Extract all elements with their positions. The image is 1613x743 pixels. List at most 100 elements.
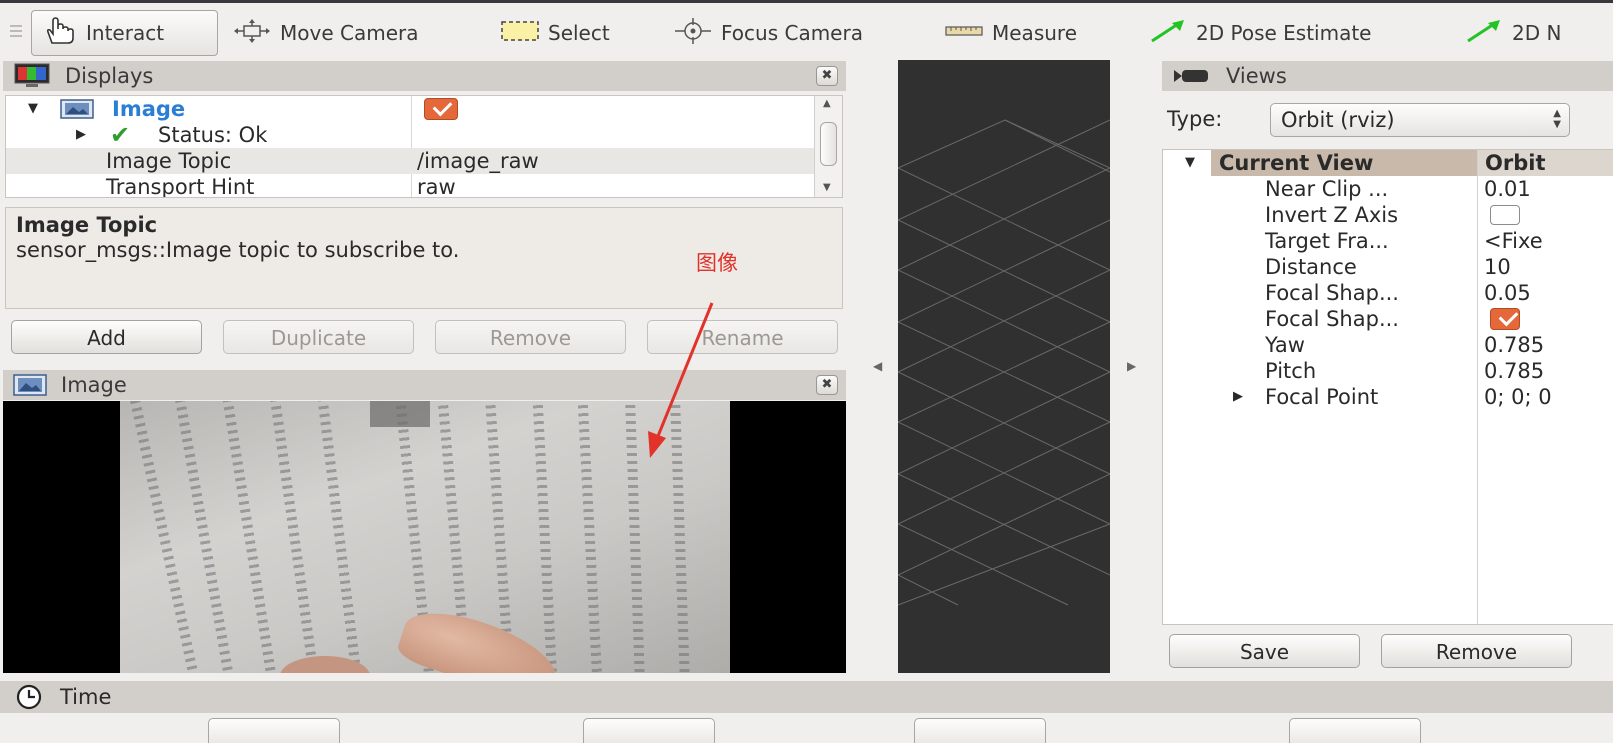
property-value[interactable]: 10 [1484,254,1511,280]
checkmark-icon: ✔ [110,121,131,149]
property-name: Focal Shap... [1265,307,1399,331]
displays-tree: ▼ Image ▶ ✔ Status: Ok Image Topic /imag… [5,95,843,198]
ruler-icon [944,21,984,46]
add-button[interactable]: Add [11,320,202,354]
focus-crosshair-icon [673,17,713,50]
tree-row-target-frame[interactable]: Target Fra... <Fixe [1163,228,1613,254]
time-field[interactable] [583,718,715,743]
property-value[interactable]: 0.01 [1484,176,1531,202]
rviz-window: Interact Move Camera Select Focus Camera… [0,0,1613,743]
displays-panel-header: Displays ✖ [3,61,846,91]
tree-row-image-topic[interactable]: Image Topic /image_raw [6,148,816,174]
close-panel-button[interactable]: ✖ [816,66,838,86]
hand-pointer-icon [42,16,78,50]
monitor-icon [13,63,51,89]
tree-row-focal-shape-fixed[interactable]: Focal Shap... [1163,306,1613,332]
tool-2d-nav-goal[interactable]: 2D N [1454,10,1571,56]
camera-image-view [3,401,846,673]
property-value[interactable]: raw [417,174,456,197]
toolbar-grip[interactable] [10,25,22,41]
property-value[interactable]: 0; 0; 0 [1484,384,1552,410]
time-field[interactable] [208,718,340,743]
3d-render-view[interactable] [897,60,1111,673]
tree-row-focal-shape-size[interactable]: Focal Shap... 0.05 [1163,280,1613,306]
time-field[interactable] [914,718,1046,743]
annotation-label: 图像 [696,251,738,275]
scroll-down-icon[interactable]: ▼ [823,182,831,193]
tool-label: Focus Camera [721,21,863,45]
tool-label: 2D N [1512,21,1562,45]
tool-focus-camera[interactable]: Focus Camera [663,10,873,56]
close-panel-button[interactable]: ✖ [816,375,838,395]
scroll-thumb[interactable] [820,122,837,166]
tree-row-invert-z[interactable]: Invert Z Axis [1163,202,1613,228]
property-value[interactable]: 0.785 [1484,358,1544,384]
move-camera-icon [232,18,272,49]
tool-label: Move Camera [280,21,419,45]
image-display-name: Image [112,97,186,121]
scroll-up-icon[interactable]: ▲ [823,98,831,109]
tree-row-status[interactable]: ▶ ✔ Status: Ok [6,122,816,148]
expand-right-icon[interactable]: ▶ [1127,359,1136,373]
property-value[interactable]: 0.785 [1484,332,1544,358]
clock-icon [12,684,46,710]
camera-frame [120,401,730,673]
updown-arrows-icon: ▲ ▼ [1553,108,1561,130]
property-name: Image Topic [106,149,232,173]
tree-row-pitch[interactable]: Pitch 0.785 [1163,358,1613,384]
displays-scrollbar[interactable]: ▲ ▼ [814,96,842,197]
panel-title: Views [1226,64,1287,88]
tree-row-yaw[interactable]: Yaw 0.785 [1163,332,1613,358]
property-name: Transport Hint [106,175,255,198]
duplicate-button[interactable]: Duplicate [223,320,414,354]
type-label: Type: [1167,107,1223,131]
camera-icon [1172,66,1212,86]
property-value[interactable]: /image_raw [417,148,539,174]
expand-arrow-icon[interactable]: ▼ [28,96,38,122]
collapse-left-icon[interactable]: ◀ [873,359,882,373]
tree-row-focal-point[interactable]: ▶ Focal Point 0; 0; 0 [1163,384,1613,410]
expand-arrow-icon[interactable]: ▼ [1185,150,1195,176]
remove-view-button[interactable]: Remove [1381,634,1572,668]
tool-select[interactable]: Select [490,10,620,56]
property-name: Invert Z Axis [1265,203,1399,227]
expand-arrow-icon[interactable]: ▶ [1233,384,1243,410]
expand-arrow-icon[interactable]: ▶ [76,122,86,148]
grid-lines [897,119,1111,606]
green-arrow-icon [1148,18,1188,49]
property-value[interactable]: 0.05 [1484,280,1531,306]
status-label: Status: Ok [158,123,268,147]
current-view-label: Current View [1219,151,1374,175]
views-panel-header: Views [1162,61,1613,91]
property-value[interactable]: <Fixe [1484,228,1543,254]
property-name: Distance [1265,255,1357,279]
rename-button[interactable]: Rename [647,320,838,354]
property-name: Near Clip ... [1265,177,1389,201]
current-view-value: Orbit [1485,151,1546,175]
view-type-select[interactable]: Orbit (rviz) ▲ ▼ [1270,103,1570,137]
remove-display-button[interactable]: Remove [435,320,626,354]
tool-interact[interactable]: Interact [31,10,218,56]
time-field[interactable] [1289,718,1421,743]
panel-title: Displays [65,64,154,88]
image-display-icon [13,374,47,396]
selection-box-icon [500,19,540,48]
tree-row-near-clip[interactable]: Near Clip ... 0.01 [1163,176,1613,202]
tool-label: Interact [86,21,165,45]
time-panel-header: Time [0,681,1613,713]
tree-row-distance[interactable]: Distance 10 [1163,254,1613,280]
property-name: Pitch [1265,359,1317,383]
tool-2d-pose-estimate[interactable]: 2D Pose Estimate [1138,10,1382,56]
tool-move-camera[interactable]: Move Camera [222,10,428,56]
image-panel-header: Image ✖ [3,370,846,400]
tree-row-transport-hint[interactable]: Transport Hint raw [6,174,816,198]
property-name: Focal Point [1265,385,1379,409]
tool-measure[interactable]: Measure [934,10,1087,56]
tool-label: Measure [992,21,1077,45]
views-tree: ▼ Current View Orbit Near Clip ... 0.01 … [1162,149,1613,625]
save-view-button[interactable]: Save [1169,634,1360,668]
tree-row-image-display[interactable]: ▼ Image [6,96,816,122]
panel-title: Time [60,685,112,709]
tree-row-current-view[interactable]: ▼ Current View Orbit [1163,150,1613,176]
selected-value: Orbit (rviz) [1281,108,1395,132]
